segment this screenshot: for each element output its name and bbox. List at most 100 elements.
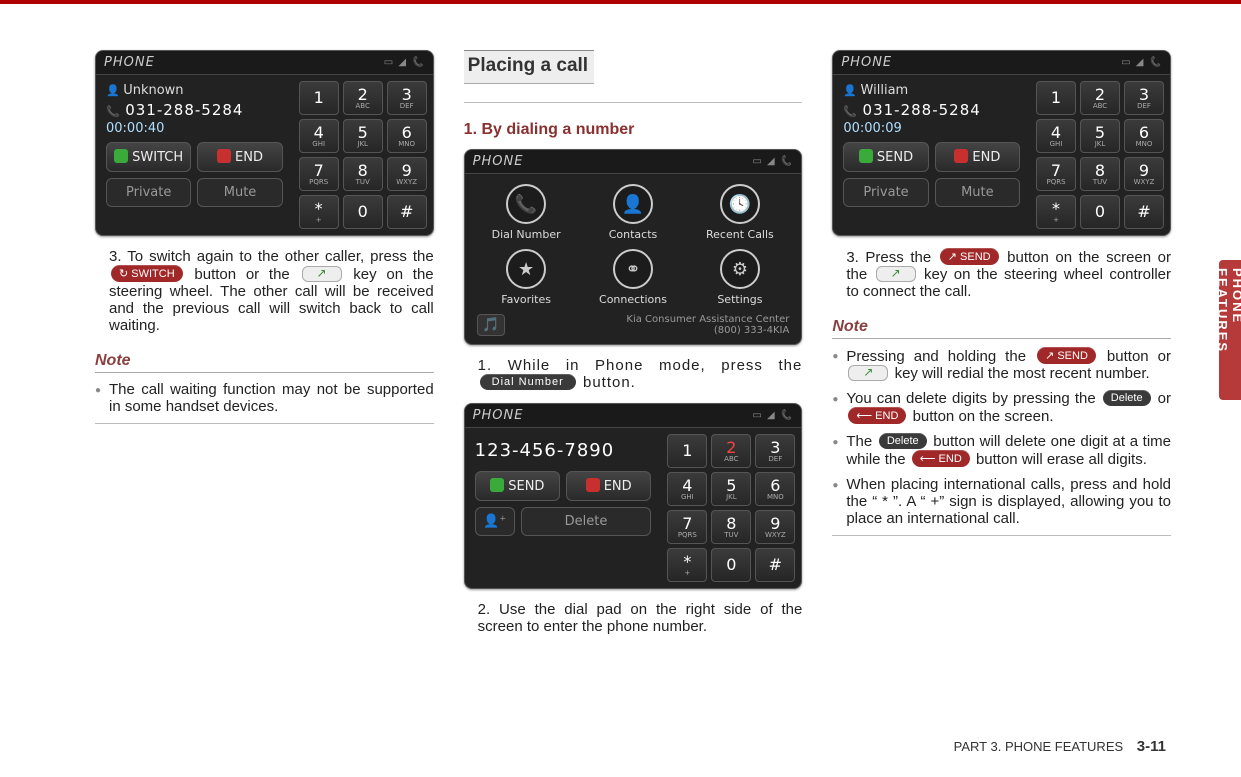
shot-title: PHONE bbox=[104, 55, 155, 70]
divider bbox=[832, 535, 1171, 536]
key-0[interactable]: 0 bbox=[343, 195, 383, 229]
mute-button[interactable]: Mute bbox=[197, 178, 282, 207]
column-1: PHONE ▭ ◢ 📞 Unknown 031-288-5284 00:00:4… bbox=[95, 50, 434, 727]
add-contact-button[interactable]: 👤⁺ bbox=[475, 507, 515, 536]
status-icons: ▭ ◢ 📞 bbox=[752, 410, 793, 421]
end-button[interactable]: END bbox=[197, 142, 282, 172]
back-button[interactable]: 🎵 bbox=[477, 314, 505, 336]
key-9[interactable]: 9WXYZ bbox=[755, 510, 795, 544]
note-bullet-3: The Delete button will delete one digit … bbox=[846, 433, 1171, 468]
menu-item-settings[interactable]: ⚙Settings bbox=[690, 249, 789, 306]
call-key-icon bbox=[848, 365, 888, 381]
key-3[interactable]: 3DEF bbox=[755, 434, 795, 468]
menu-item-recent-calls[interactable]: 🕓Recent Calls bbox=[690, 184, 789, 241]
key-3[interactable]: 3DEF bbox=[387, 81, 427, 115]
caller-number: 031-288-5284 bbox=[106, 100, 283, 120]
note-bullet-4: When placing international calls, press … bbox=[846, 476, 1171, 527]
key-1[interactable]: 1 bbox=[1036, 81, 1076, 115]
key-2[interactable]: 2ABC bbox=[1080, 81, 1120, 115]
switch-chip: ↻ SWITCH bbox=[111, 265, 183, 282]
assist-line-1: Kia Consumer Assistance Center bbox=[626, 314, 789, 325]
assist-line-2: (800) 333-4KIA bbox=[626, 325, 789, 336]
send-chip: ↗ SEND bbox=[940, 248, 999, 265]
step-3-text: 3. Press the ↗ SEND button on the screen… bbox=[846, 248, 1171, 300]
key-5[interactable]: 5JKL bbox=[711, 472, 751, 506]
menu-item-dial-number[interactable]: 📞Dial Number bbox=[477, 184, 576, 241]
private-button[interactable]: Private bbox=[106, 178, 191, 207]
key-8[interactable]: 8TUV bbox=[343, 157, 383, 191]
note-heading: Note bbox=[95, 352, 434, 373]
note-bullet-2: You can delete digits by pressing the De… bbox=[846, 390, 1171, 425]
menu-item-connections[interactable]: ⚭Connections bbox=[584, 249, 683, 306]
key-4[interactable]: 4GHI bbox=[667, 472, 707, 506]
end-chip: ⟵ END bbox=[912, 450, 970, 467]
key-3[interactable]: 3DEF bbox=[1124, 81, 1164, 115]
status-icons: ▭ ◢ 📞 bbox=[384, 57, 425, 68]
divider bbox=[95, 423, 434, 424]
mute-button[interactable]: Mute bbox=[935, 178, 1020, 207]
menu-footer: 🎵 Kia Consumer Assistance Center (800) 3… bbox=[465, 310, 802, 344]
delete-chip: Delete bbox=[1103, 390, 1151, 406]
send-chip: ↗ SEND bbox=[1037, 347, 1096, 364]
send-button[interactable]: SEND bbox=[843, 142, 928, 172]
private-button[interactable]: Private bbox=[843, 178, 928, 207]
key-9[interactable]: 9WXYZ bbox=[387, 157, 427, 191]
caller-name: William bbox=[843, 81, 1020, 100]
screenshot-dial-pad: PHONE ▭ ◢ 📞 123-456-7890 SEND END 👤⁺ Del… bbox=[464, 403, 803, 589]
screenshot-phone-menu: PHONE ▭ ◢ 📞 📞Dial Number👤Contacts🕓Recent… bbox=[464, 149, 803, 345]
shot-title: PHONE bbox=[841, 55, 892, 70]
key-6[interactable]: 6MNO bbox=[755, 472, 795, 506]
dial-number-chip: Dial Number bbox=[480, 374, 576, 390]
end-button[interactable]: END bbox=[566, 471, 651, 501]
call-duration: 00:00:40 bbox=[106, 120, 283, 142]
caller-name: Unknown bbox=[106, 81, 283, 100]
note-bullet-1: The call waiting function may not be sup… bbox=[109, 381, 434, 415]
key-5[interactable]: 5JKL bbox=[343, 119, 383, 153]
footer-page: 3-11 bbox=[1137, 738, 1166, 755]
side-tab: PHONE FEATURES bbox=[1219, 260, 1241, 400]
key-8[interactable]: 8TUV bbox=[711, 510, 751, 544]
key-9[interactable]: 9WXYZ bbox=[1124, 157, 1164, 191]
key-*[interactable]: *+ bbox=[299, 195, 339, 229]
key-2[interactable]: 2ABC bbox=[343, 81, 383, 115]
section-title-wrap: Placing a call bbox=[464, 50, 803, 103]
key-1[interactable]: 1 bbox=[299, 81, 339, 115]
key-8[interactable]: 8TUV bbox=[1080, 157, 1120, 191]
menu-item-contacts[interactable]: 👤Contacts bbox=[584, 184, 683, 241]
column-3: PHONE ▭ ◢ 📞 William 031-288-5284 00:00:0… bbox=[832, 50, 1171, 727]
key-7[interactable]: 7PQRS bbox=[1036, 157, 1076, 191]
shot-title: PHONE bbox=[473, 408, 524, 423]
end-chip: ⟵ END bbox=[848, 407, 906, 424]
key-*[interactable]: *+ bbox=[667, 548, 707, 582]
key-6[interactable]: 6MNO bbox=[1124, 119, 1164, 153]
key-1[interactable]: 1 bbox=[667, 434, 707, 468]
menu-item-favorites[interactable]: ★Favorites bbox=[477, 249, 576, 306]
key-6[interactable]: 6MNO bbox=[387, 119, 427, 153]
key-2[interactable]: 2ABC bbox=[711, 434, 751, 468]
key-7[interactable]: 7PQRS bbox=[667, 510, 707, 544]
delete-chip: Delete bbox=[879, 433, 927, 449]
key-#[interactable]: # bbox=[387, 195, 427, 229]
key-5[interactable]: 5JKL bbox=[1080, 119, 1120, 153]
key-#[interactable]: # bbox=[1124, 195, 1164, 229]
column-2: Placing a call 1. By dialing a number PH… bbox=[464, 50, 803, 727]
shot-title: PHONE bbox=[473, 154, 524, 169]
key-#[interactable]: # bbox=[755, 548, 795, 582]
end-button[interactable]: END bbox=[935, 142, 1020, 172]
key-*[interactable]: *+ bbox=[1036, 195, 1076, 229]
header-red-bar bbox=[0, 0, 1241, 4]
screenshot-call-waiting: PHONE ▭ ◢ 📞 Unknown 031-288-5284 00:00:4… bbox=[95, 50, 434, 236]
footer-part: PART 3. PHONE FEATURES bbox=[954, 739, 1124, 754]
switch-button[interactable]: SWITCH bbox=[106, 142, 191, 172]
key-4[interactable]: 4GHI bbox=[299, 119, 339, 153]
send-button[interactable]: SEND bbox=[475, 471, 560, 501]
delete-button[interactable]: Delete bbox=[521, 507, 652, 536]
key-0[interactable]: 0 bbox=[1080, 195, 1120, 229]
step-1-text: 1. While in Phone mode, press the Dial N… bbox=[478, 357, 803, 391]
keypad: 12ABC3DEF 4GHI5JKL6MNO 7PQRS8TUV9WXYZ *+0# bbox=[1030, 75, 1170, 235]
key-4[interactable]: 4GHI bbox=[1036, 119, 1076, 153]
key-0[interactable]: 0 bbox=[711, 548, 751, 582]
note-bullet-1: Pressing and holding the ↗ SEND button o… bbox=[846, 347, 1171, 382]
key-7[interactable]: 7PQRS bbox=[299, 157, 339, 191]
note-heading: Note bbox=[832, 318, 1171, 339]
